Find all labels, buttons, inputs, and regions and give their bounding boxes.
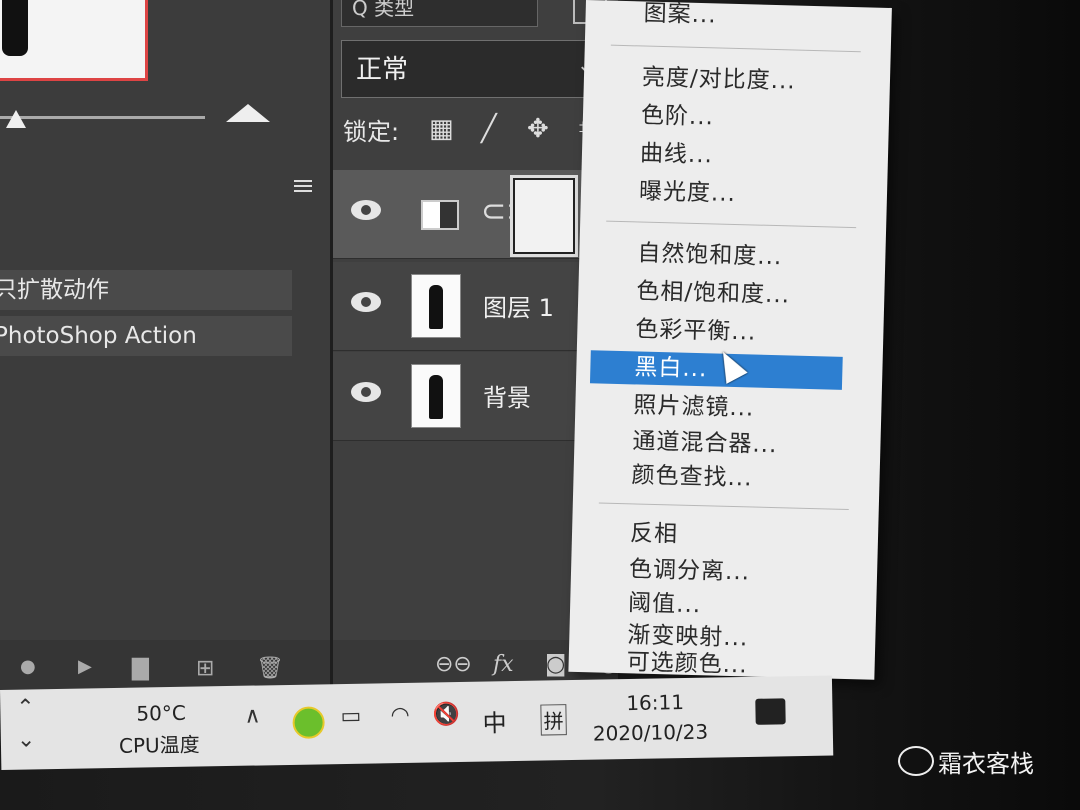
- battery-icon[interactable]: ▭: [340, 704, 361, 729]
- preview-figure: [2, 0, 28, 56]
- lock-image-pixels-brush-icon[interactable]: ╱: [481, 114, 497, 144]
- fx-icon[interactable]: fx: [493, 652, 514, 677]
- menu-separator: [610, 44, 861, 53]
- ime-mode[interactable]: 拼: [540, 704, 567, 736]
- menu-item-color-lookup[interactable]: 颜色查找...: [587, 458, 840, 498]
- layer-row-adjustment[interactable]: ⊂⊃ 黑: [333, 170, 619, 259]
- screen-photo: 只扩散动作 PhotoShop Action ● ▶ ▇ ⊞ 🗑 Q 类型 正常…: [0, 0, 1080, 810]
- record-icon[interactable]: ●: [20, 656, 36, 677]
- lock-position-move-icon[interactable]: ✥: [527, 114, 549, 144]
- action-label: PhotoShop Action: [0, 323, 197, 349]
- menu-item-photo-filter[interactable]: 照片滤镜...: [589, 388, 842, 428]
- menu-item-channel-mixer[interactable]: 通道混合器...: [588, 424, 841, 464]
- notification-center-icon[interactable]: [755, 698, 786, 725]
- show-hidden-icons-icon[interactable]: ∧: [244, 703, 261, 728]
- layer-thumbnail: [411, 364, 461, 428]
- zoom-slider-track[interactable]: [0, 116, 205, 119]
- new-set-folder-icon[interactable]: ▇: [132, 656, 149, 681]
- chevron-up-icon[interactable]: ⌃: [16, 695, 35, 720]
- navigator-preview[interactable]: [0, 0, 148, 81]
- chevron-down-icon[interactable]: ⌄: [17, 727, 36, 752]
- menu-item-color-balance[interactable]: 色彩平衡...: [591, 312, 844, 352]
- menu-item-invert[interactable]: 反相: [586, 516, 839, 556]
- figure-thumbnail: [429, 375, 443, 419]
- lock-row: 锁定: ▦ ╱ ✥ ⌗: [343, 108, 618, 158]
- layer-kind-label: Q 类型: [352, 0, 415, 20]
- layer-name: 图层 1: [483, 294, 554, 322]
- menu-item-vibrance[interactable]: 自然饱和度...: [593, 236, 846, 276]
- actions-panel: 只扩散动作 PhotoShop Action ● ▶ ▇ ⊞ 🗑: [0, 0, 330, 690]
- menu-item-levels[interactable]: 色阶...: [597, 98, 850, 138]
- volume-muted-icon[interactable]: 🔇: [432, 702, 460, 727]
- play-icon[interactable]: ▶: [78, 656, 92, 677]
- taskbar: ⌃ ⌄ 50°C CPU温度 ∧ ▭ ◠ 🔇 中 拼 16:11 2020/10…: [0, 675, 834, 770]
- watermark-text: 霜衣客栈: [938, 750, 1034, 778]
- eye-icon[interactable]: [351, 200, 381, 220]
- lock-transparent-pixels-icon[interactable]: ▦: [429, 114, 454, 144]
- menu-item-pattern[interactable]: 图案...: [599, 0, 852, 36]
- action-item[interactable]: 只扩散动作: [0, 270, 292, 310]
- adjustment-layer-icon: [421, 200, 459, 230]
- layer-thumbnail: [411, 274, 461, 338]
- menu-separator: [606, 220, 857, 229]
- wechat-logo-icon: [898, 746, 934, 776]
- eye-icon[interactable]: [351, 382, 381, 402]
- zoom-slider-row: [0, 92, 330, 142]
- eye-icon[interactable]: [351, 292, 381, 312]
- zoom-slider-handle[interactable]: [6, 110, 26, 128]
- figure-thumbnail: [429, 285, 443, 329]
- zoom-in-icon[interactable]: [226, 104, 270, 122]
- ime-language[interactable]: 中: [482, 703, 507, 738]
- lock-label: 锁定:: [343, 118, 400, 146]
- blend-mode-select[interactable]: 正常 ⌄: [341, 40, 608, 98]
- menu-item-exposure[interactable]: 曝光度...: [595, 174, 848, 214]
- blend-mode-value: 正常: [356, 55, 409, 85]
- actions-toolbar: ● ▶ ▇ ⊞ 🗑: [0, 640, 330, 690]
- link-layers-icon[interactable]: ⊖⊖: [435, 652, 472, 677]
- clock-time[interactable]: 16:11: [626, 690, 684, 715]
- action-item[interactable]: PhotoShop Action: [0, 316, 292, 356]
- tray-app-icon[interactable]: [292, 706, 325, 739]
- panel-menu-icon[interactable]: [294, 180, 312, 194]
- trash-icon[interactable]: 🗑: [256, 656, 284, 681]
- cpu-temp-label: CPU温度: [118, 732, 200, 758]
- layer-kind-filter[interactable]: Q 类型: [341, 0, 538, 27]
- wifi-icon[interactable]: ◠: [390, 703, 410, 728]
- cpu-temp-value: 50°C: [136, 700, 187, 726]
- menu-item-posterize[interactable]: 色调分离...: [585, 552, 838, 592]
- menu-item-curves[interactable]: 曲线...: [596, 136, 849, 176]
- menu-item-hue-saturation[interactable]: 色相/饱和度...: [592, 274, 845, 314]
- clock-date[interactable]: 2020/10/23: [593, 720, 709, 746]
- adjustment-layer-menu: 图案... 亮度/对比度... 色阶... 曲线... 曝光度... 自然饱和度…: [568, 0, 892, 680]
- action-label: 只扩散动作: [0, 277, 109, 303]
- new-action-icon[interactable]: ⊞: [196, 656, 214, 681]
- layer-name: 背景: [483, 384, 531, 412]
- menu-separator: [598, 502, 849, 511]
- add-mask-icon[interactable]: ◙: [545, 652, 566, 677]
- layer-row-layer1[interactable]: 图层 1: [333, 262, 618, 351]
- menu-item-brightness-contrast[interactable]: 亮度/对比度...: [598, 60, 851, 100]
- layer-mask-thumbnail[interactable]: [510, 175, 578, 257]
